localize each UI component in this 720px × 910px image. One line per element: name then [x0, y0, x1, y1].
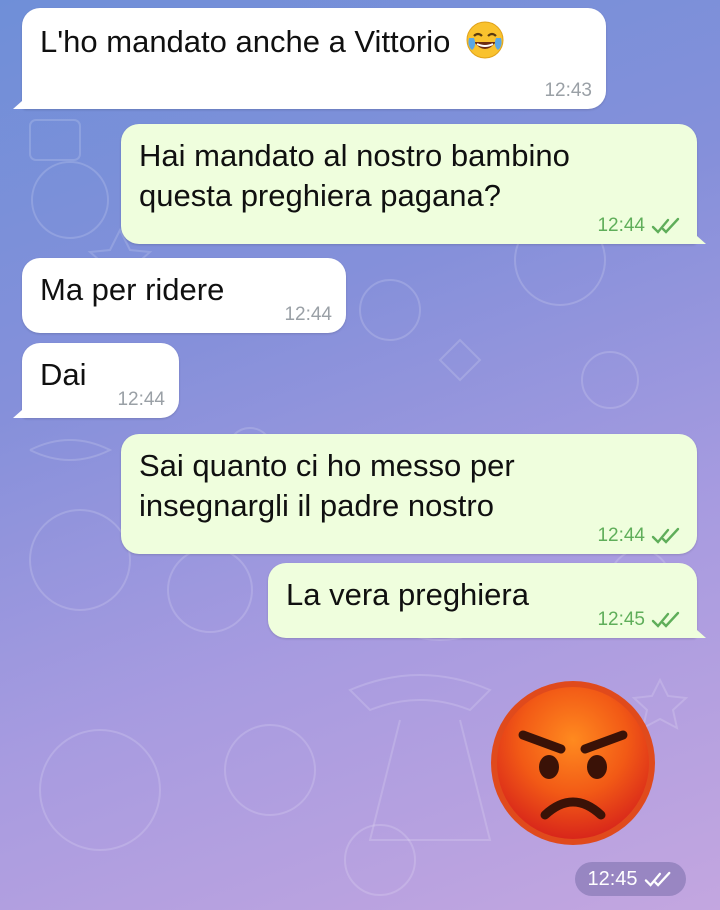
message-incoming[interactable]: Ma per ridere 12:44	[22, 258, 346, 333]
double-check-icon	[644, 871, 670, 887]
message-time: 12:45	[587, 867, 638, 890]
sticker-time-badge: 12:45	[575, 862, 686, 896]
message-text: La vera preghiera	[286, 577, 529, 612]
message-incoming[interactable]: Dai 12:44	[22, 343, 179, 418]
pouting-angry-face-icon[interactable]	[487, 677, 659, 849]
message-time: 12:44	[117, 389, 165, 410]
message-text: Ma per ridere	[40, 272, 225, 307]
message-outgoing[interactable]: Hai mandato al nostro bambino questa pre…	[121, 124, 697, 244]
message-text: Dai	[40, 357, 87, 392]
message-outgoing[interactable]: La vera preghiera 12:45	[268, 563, 697, 638]
double-check-icon	[651, 527, 680, 544]
double-check-icon	[651, 217, 680, 234]
message-time: 12:45	[597, 609, 645, 630]
message-time: 12:44	[597, 215, 645, 236]
message-incoming[interactable]: L'ho mandato anche a Vittorio 12:43	[22, 8, 606, 109]
message-time: 12:43	[544, 80, 592, 101]
message-text: Hai mandato al nostro bambino questa pre…	[139, 138, 570, 213]
message-time: 12:44	[597, 525, 645, 546]
message-outgoing[interactable]: Sai quanto ci ho messo per insegnargli i…	[121, 434, 697, 554]
message-text: L'ho mandato anche a Vittorio	[40, 24, 451, 59]
double-check-icon	[651, 611, 680, 628]
message-text: Sai quanto ci ho messo per insegnargli i…	[139, 448, 515, 523]
message-time: 12:44	[284, 304, 332, 325]
face-with-tears-of-joy-icon	[466, 21, 504, 59]
